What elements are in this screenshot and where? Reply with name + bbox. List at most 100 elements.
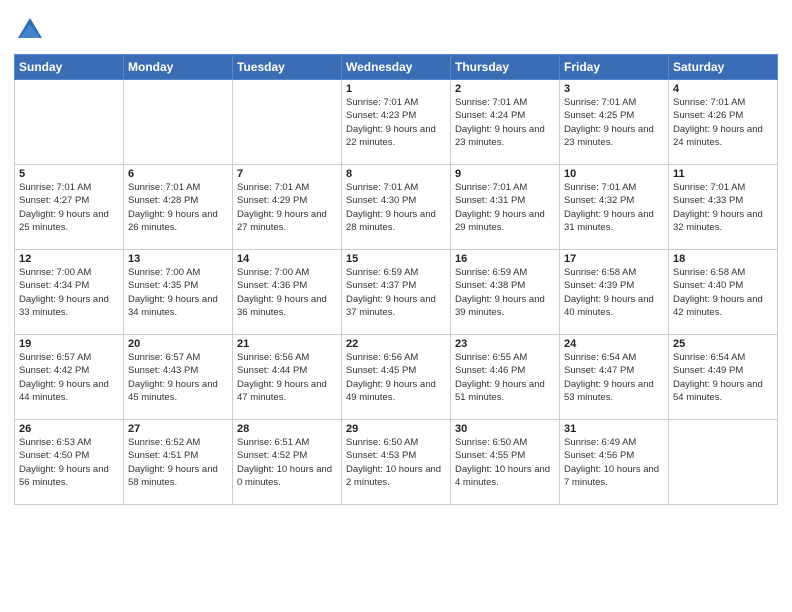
day-number-25: 25 [673,338,773,350]
week-row-4: 19Sunrise: 6:57 AMSunset: 4:42 PMDayligh… [15,335,778,420]
page: SundayMondayTuesdayWednesdayThursdayFrid… [0,0,792,515]
day-cell-24: 24Sunrise: 6:54 AMSunset: 4:47 PMDayligh… [560,335,669,420]
day-cell-25: 25Sunrise: 6:54 AMSunset: 4:49 PMDayligh… [669,335,778,420]
day-cell-6: 6Sunrise: 7:01 AMSunset: 4:28 PMDaylight… [124,165,233,250]
day-number-28: 28 [237,423,337,435]
day-number-21: 21 [237,338,337,350]
weekday-header-saturday: Saturday [669,55,778,80]
day-cell-27: 27Sunrise: 6:52 AMSunset: 4:51 PMDayligh… [124,420,233,505]
day-info-25: Sunrise: 6:54 AMSunset: 4:49 PMDaylight:… [673,351,773,404]
logo-icon [14,14,46,46]
day-number-14: 14 [237,253,337,265]
day-info-17: Sunrise: 6:58 AMSunset: 4:39 PMDaylight:… [564,266,664,319]
day-cell-26: 26Sunrise: 6:53 AMSunset: 4:50 PMDayligh… [15,420,124,505]
day-cell-12: 12Sunrise: 7:00 AMSunset: 4:34 PMDayligh… [15,250,124,335]
day-info-9: Sunrise: 7:01 AMSunset: 4:31 PMDaylight:… [455,181,555,234]
day-info-10: Sunrise: 7:01 AMSunset: 4:32 PMDaylight:… [564,181,664,234]
day-info-18: Sunrise: 6:58 AMSunset: 4:40 PMDaylight:… [673,266,773,319]
day-info-23: Sunrise: 6:55 AMSunset: 4:46 PMDaylight:… [455,351,555,404]
week-row-5: 26Sunrise: 6:53 AMSunset: 4:50 PMDayligh… [15,420,778,505]
day-cell-4: 4Sunrise: 7:01 AMSunset: 4:26 PMDaylight… [669,80,778,165]
day-number-22: 22 [346,338,446,350]
day-cell-5: 5Sunrise: 7:01 AMSunset: 4:27 PMDaylight… [15,165,124,250]
day-cell-3: 3Sunrise: 7:01 AMSunset: 4:25 PMDaylight… [560,80,669,165]
day-number-13: 13 [128,253,228,265]
day-info-27: Sunrise: 6:52 AMSunset: 4:51 PMDaylight:… [128,436,228,489]
day-number-15: 15 [346,253,446,265]
day-number-17: 17 [564,253,664,265]
day-number-24: 24 [564,338,664,350]
day-cell-17: 17Sunrise: 6:58 AMSunset: 4:39 PMDayligh… [560,250,669,335]
day-number-23: 23 [455,338,555,350]
day-cell-13: 13Sunrise: 7:00 AMSunset: 4:35 PMDayligh… [124,250,233,335]
day-info-14: Sunrise: 7:00 AMSunset: 4:36 PMDaylight:… [237,266,337,319]
day-number-16: 16 [455,253,555,265]
day-number-9: 9 [455,168,555,180]
day-info-24: Sunrise: 6:54 AMSunset: 4:47 PMDaylight:… [564,351,664,404]
day-info-7: Sunrise: 7:01 AMSunset: 4:29 PMDaylight:… [237,181,337,234]
day-number-10: 10 [564,168,664,180]
day-info-4: Sunrise: 7:01 AMSunset: 4:26 PMDaylight:… [673,96,773,149]
day-number-3: 3 [564,83,664,95]
day-info-8: Sunrise: 7:01 AMSunset: 4:30 PMDaylight:… [346,181,446,234]
day-info-2: Sunrise: 7:01 AMSunset: 4:24 PMDaylight:… [455,96,555,149]
day-info-30: Sunrise: 6:50 AMSunset: 4:55 PMDaylight:… [455,436,555,489]
day-cell-30: 30Sunrise: 6:50 AMSunset: 4:55 PMDayligh… [451,420,560,505]
day-number-1: 1 [346,83,446,95]
day-number-5: 5 [19,168,119,180]
day-cell-14: 14Sunrise: 7:00 AMSunset: 4:36 PMDayligh… [233,250,342,335]
day-info-6: Sunrise: 7:01 AMSunset: 4:28 PMDaylight:… [128,181,228,234]
weekday-header-wednesday: Wednesday [342,55,451,80]
day-cell-1: 1Sunrise: 7:01 AMSunset: 4:23 PMDaylight… [342,80,451,165]
day-info-16: Sunrise: 6:59 AMSunset: 4:38 PMDaylight:… [455,266,555,319]
day-info-31: Sunrise: 6:49 AMSunset: 4:56 PMDaylight:… [564,436,664,489]
day-cell-10: 10Sunrise: 7:01 AMSunset: 4:32 PMDayligh… [560,165,669,250]
day-cell-28: 28Sunrise: 6:51 AMSunset: 4:52 PMDayligh… [233,420,342,505]
logo [14,14,50,46]
day-cell-22: 22Sunrise: 6:56 AMSunset: 4:45 PMDayligh… [342,335,451,420]
empty-cell [669,420,778,505]
day-cell-31: 31Sunrise: 6:49 AMSunset: 4:56 PMDayligh… [560,420,669,505]
day-number-8: 8 [346,168,446,180]
day-cell-2: 2Sunrise: 7:01 AMSunset: 4:24 PMDaylight… [451,80,560,165]
day-number-7: 7 [237,168,337,180]
day-info-3: Sunrise: 7:01 AMSunset: 4:25 PMDaylight:… [564,96,664,149]
empty-cell [124,80,233,165]
day-cell-18: 18Sunrise: 6:58 AMSunset: 4:40 PMDayligh… [669,250,778,335]
day-info-22: Sunrise: 6:56 AMSunset: 4:45 PMDaylight:… [346,351,446,404]
day-number-11: 11 [673,168,773,180]
day-info-15: Sunrise: 6:59 AMSunset: 4:37 PMDaylight:… [346,266,446,319]
week-row-2: 5Sunrise: 7:01 AMSunset: 4:27 PMDaylight… [15,165,778,250]
day-number-31: 31 [564,423,664,435]
day-cell-20: 20Sunrise: 6:57 AMSunset: 4:43 PMDayligh… [124,335,233,420]
empty-cell [233,80,342,165]
day-info-11: Sunrise: 7:01 AMSunset: 4:33 PMDaylight:… [673,181,773,234]
day-number-18: 18 [673,253,773,265]
day-cell-8: 8Sunrise: 7:01 AMSunset: 4:30 PMDaylight… [342,165,451,250]
weekday-header-friday: Friday [560,55,669,80]
day-info-21: Sunrise: 6:56 AMSunset: 4:44 PMDaylight:… [237,351,337,404]
calendar: SundayMondayTuesdayWednesdayThursdayFrid… [14,54,778,505]
day-cell-7: 7Sunrise: 7:01 AMSunset: 4:29 PMDaylight… [233,165,342,250]
day-number-27: 27 [128,423,228,435]
day-cell-11: 11Sunrise: 7:01 AMSunset: 4:33 PMDayligh… [669,165,778,250]
day-cell-16: 16Sunrise: 6:59 AMSunset: 4:38 PMDayligh… [451,250,560,335]
day-cell-29: 29Sunrise: 6:50 AMSunset: 4:53 PMDayligh… [342,420,451,505]
weekday-header-thursday: Thursday [451,55,560,80]
day-cell-9: 9Sunrise: 7:01 AMSunset: 4:31 PMDaylight… [451,165,560,250]
day-cell-15: 15Sunrise: 6:59 AMSunset: 4:37 PMDayligh… [342,250,451,335]
day-cell-21: 21Sunrise: 6:56 AMSunset: 4:44 PMDayligh… [233,335,342,420]
day-number-26: 26 [19,423,119,435]
day-info-13: Sunrise: 7:00 AMSunset: 4:35 PMDaylight:… [128,266,228,319]
day-info-19: Sunrise: 6:57 AMSunset: 4:42 PMDaylight:… [19,351,119,404]
week-row-3: 12Sunrise: 7:00 AMSunset: 4:34 PMDayligh… [15,250,778,335]
day-info-29: Sunrise: 6:50 AMSunset: 4:53 PMDaylight:… [346,436,446,489]
day-info-1: Sunrise: 7:01 AMSunset: 4:23 PMDaylight:… [346,96,446,149]
day-number-30: 30 [455,423,555,435]
day-number-4: 4 [673,83,773,95]
weekday-header-tuesday: Tuesday [233,55,342,80]
week-row-1: 1Sunrise: 7:01 AMSunset: 4:23 PMDaylight… [15,80,778,165]
day-number-6: 6 [128,168,228,180]
header [14,10,778,46]
day-number-20: 20 [128,338,228,350]
